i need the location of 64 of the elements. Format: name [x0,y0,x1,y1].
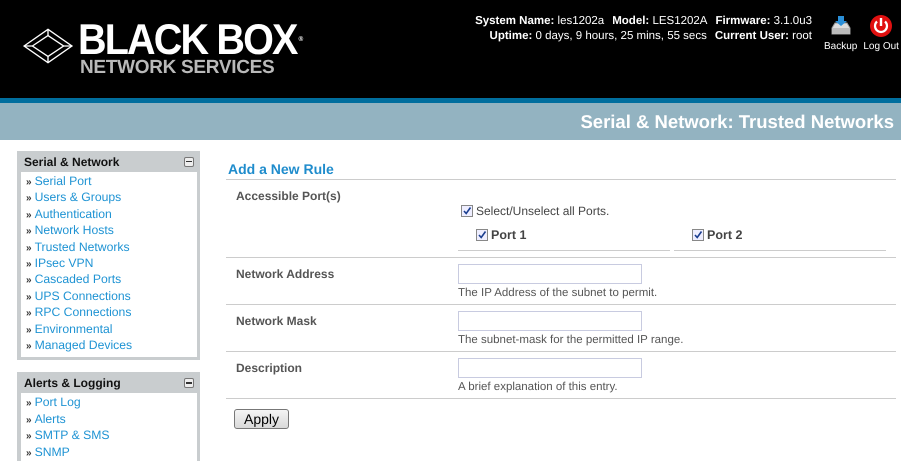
field-label: Description [235,360,304,377]
help-text: The IP Address of the subnet to permit. [458,286,658,301]
sidebar-link[interactable]: Alerts [34,412,66,428]
bullet-marker: » [26,340,32,354]
sidebar-link[interactable]: IPsec VPN [34,256,94,272]
cube-outline-icon [22,27,74,65]
checkbox[interactable] [692,229,704,241]
bullet-marker: » [26,414,32,428]
checkbox[interactable] [476,229,488,241]
collapse-icon[interactable] [184,378,194,388]
system-info-text: Firmware: 3.1.0u3 [715,14,812,29]
field-label: Accessible Port(s) [235,188,342,205]
system-info-text: Model: LES1202A [612,14,708,29]
field-label: Network Mask [235,313,318,330]
bullet-marker: » [26,324,32,338]
bullet-marker: » [26,290,32,305]
sidebar-link[interactable]: SNMP [34,444,70,460]
bullet-marker: » [26,397,32,412]
apply-button[interactable]: Apply [234,409,290,429]
header-action-button[interactable]: Log Out [863,14,899,52]
page-title: Serial & Network: Trusted Networks [580,110,894,132]
checkbox[interactable] [461,205,473,217]
bullet-marker: » [26,225,32,240]
sidebar-link[interactable]: Port Log [34,395,81,411]
sidebar-link[interactable]: SMTP & SMS [34,428,110,444]
bullet-marker: » [26,192,32,206]
power-icon [869,14,894,38]
logo-wordmark: BLACK BOX$^{®}$ [78,21,304,59]
bullet-marker: » [26,208,32,223]
sidebar-link[interactable]: Cascaded Ports [34,272,122,288]
checkbox-label: Port 1 [491,228,526,242]
sidebar-link[interactable]: Trusted Networks [34,240,130,256]
sidebar-link[interactable]: Users & Groups [34,190,122,206]
checkbox-label: Port 2 [707,228,742,242]
bullet-marker: » [26,242,32,256]
collapse-icon[interactable] [184,156,194,166]
header-action-button[interactable]: Backup [824,14,858,52]
input-field[interactable] [458,264,642,284]
sidebar-section-title: Serial & Network [24,154,120,168]
sidebar-link[interactable]: Serial Port [34,174,92,190]
bullet-marker: » [26,274,32,288]
system-info-text: System Name: les1202a [475,14,604,29]
section-heading: Add a New Rule [226,151,896,180]
sidebar-section-title: Alerts & Logging [24,376,121,390]
help-text: The subnet-mask for the permitted IP range. [458,333,684,348]
system-info-text: Current User: root [714,29,812,44]
input-field[interactable] [458,311,642,331]
help-text: A brief explanation of this entry. [458,380,619,395]
system-info-text: Uptime: 0 days, 9 hours, 25 mins, 55 secs [490,29,707,44]
bullet-marker: » [26,258,32,272]
sidebar-link[interactable]: RPC Connections [34,305,132,321]
checkbox-label: Select/Unselect all Ports. [476,204,610,218]
sidebar-link[interactable]: Managed Devices [34,338,132,354]
sidebar-link[interactable]: Environmental [34,322,112,338]
sidebar-link[interactable]: Network Hosts [34,223,114,239]
sidebar-link[interactable]: UPS Connections [34,288,131,304]
input-field[interactable] [458,358,642,378]
bullet-marker: » [26,446,32,461]
bullet-marker: » [26,430,32,444]
logo-subtitle: NETWORK SERVICES [80,59,276,77]
field-label: Network Address [235,266,336,283]
bullet-marker: » [26,176,32,190]
sidebar-link[interactable]: Authentication [34,206,112,222]
bullet-marker: » [26,307,32,322]
